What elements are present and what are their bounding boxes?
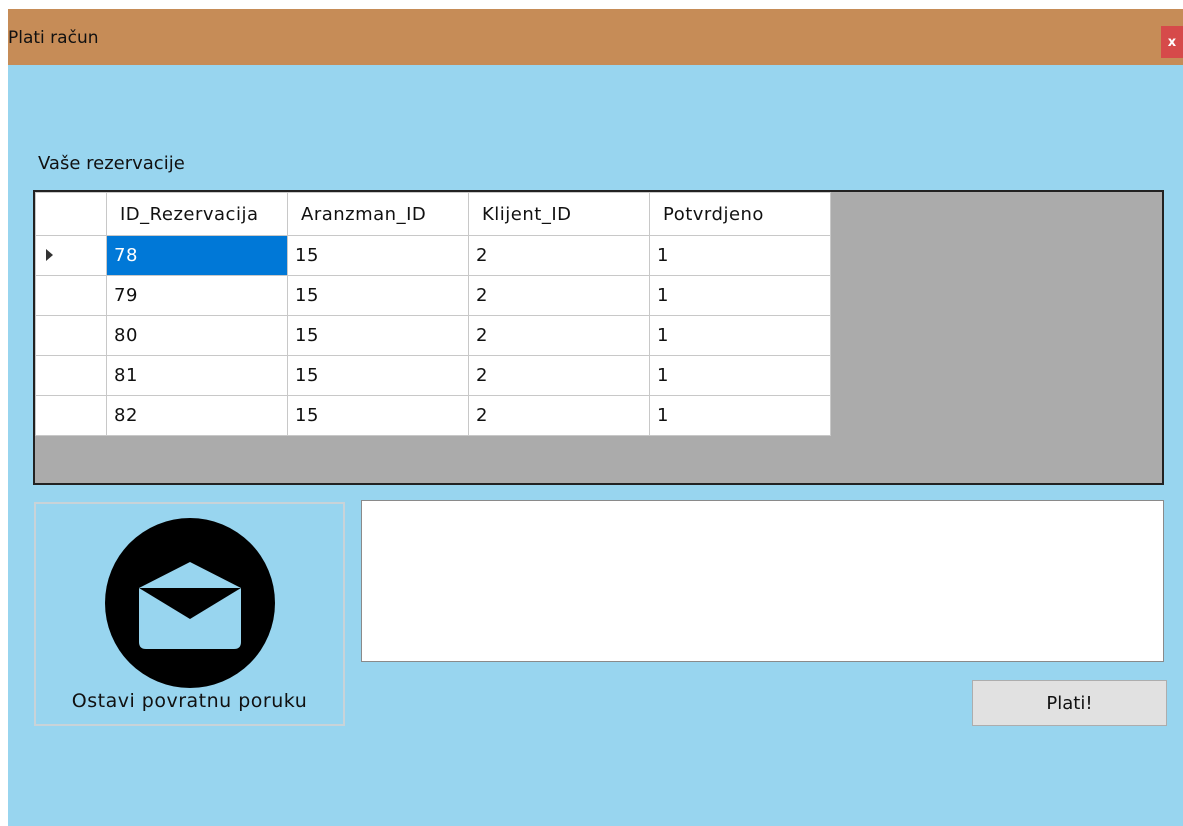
leave-feedback-button[interactable]: Ostavi povratnu poruku [34, 502, 345, 726]
column-header-potvrdjeno[interactable]: Potvrdjeno [649, 192, 831, 236]
feedback-message-input[interactable] [361, 500, 1164, 662]
cell-potvrdjeno[interactable]: 1 [649, 275, 831, 316]
column-header-id-rezervacija[interactable]: ID_Rezervacija [106, 192, 288, 236]
cell-klijent-id[interactable]: 2 [468, 315, 650, 356]
title-bar[interactable]: Plati račun x [8, 9, 1183, 65]
cell-id-rezervacija[interactable]: 78 [106, 235, 288, 276]
cell-potvrdjeno[interactable]: 1 [649, 395, 831, 436]
cell-potvrdjeno[interactable]: 1 [649, 315, 831, 356]
pay-bill-window: Plati račun x Vaše rezervacije ID_Rezerv… [8, 9, 1183, 826]
corner-header-cell[interactable] [35, 192, 107, 236]
cell-id-rezervacija[interactable]: 80 [106, 315, 288, 356]
table-row[interactable]: 81 15 2 1 [35, 355, 831, 396]
row-header[interactable] [35, 235, 107, 276]
current-row-arrow-icon [46, 249, 53, 261]
cell-id-rezervacija[interactable]: 81 [106, 355, 288, 396]
cell-potvrdjeno[interactable]: 1 [649, 355, 831, 396]
cell-id-rezervacija[interactable]: 82 [106, 395, 288, 436]
cell-aranzman-id[interactable]: 15 [287, 395, 469, 436]
cell-potvrdjeno[interactable]: 1 [649, 235, 831, 276]
table-row[interactable]: 80 15 2 1 [35, 315, 831, 356]
leave-feedback-label: Ostavi povratnu poruku [71, 690, 308, 712]
pay-button[interactable]: Plati! [972, 680, 1167, 726]
reservations-label: Vaše rezervacije [38, 153, 185, 174]
table-row[interactable]: 82 15 2 1 [35, 395, 831, 436]
window-title: Plati račun [8, 28, 99, 48]
cell-aranzman-id[interactable]: 15 [287, 235, 469, 276]
row-header[interactable] [35, 355, 107, 396]
cell-klijent-id[interactable]: 2 [468, 275, 650, 316]
row-header[interactable] [35, 315, 107, 356]
column-header-klijent-id[interactable]: Klijent_ID [468, 192, 650, 236]
row-header[interactable] [35, 395, 107, 436]
table-row[interactable]: 78 15 2 1 [35, 235, 831, 276]
cell-aranzman-id[interactable]: 15 [287, 315, 469, 356]
cell-klijent-id[interactable]: 2 [468, 395, 650, 436]
header-row: ID_Rezervacija Aranzman_ID Klijent_ID Po… [35, 192, 831, 236]
cell-klijent-id[interactable]: 2 [468, 235, 650, 276]
cell-klijent-id[interactable]: 2 [468, 355, 650, 396]
cell-aranzman-id[interactable]: 15 [287, 355, 469, 396]
reservations-table: ID_Rezervacija Aranzman_ID Klijent_ID Po… [35, 192, 831, 436]
column-header-aranzman-id[interactable]: Aranzman_ID [287, 192, 469, 236]
cell-aranzman-id[interactable]: 15 [287, 275, 469, 316]
reservations-grid[interactable]: ID_Rezervacija Aranzman_ID Klijent_ID Po… [33, 190, 1164, 485]
row-header[interactable] [35, 275, 107, 316]
close-button[interactable]: x [1161, 26, 1183, 58]
cell-id-rezervacija[interactable]: 79 [106, 275, 288, 316]
envelope-icon [105, 518, 275, 688]
table-row[interactable]: 79 15 2 1 [35, 275, 831, 316]
